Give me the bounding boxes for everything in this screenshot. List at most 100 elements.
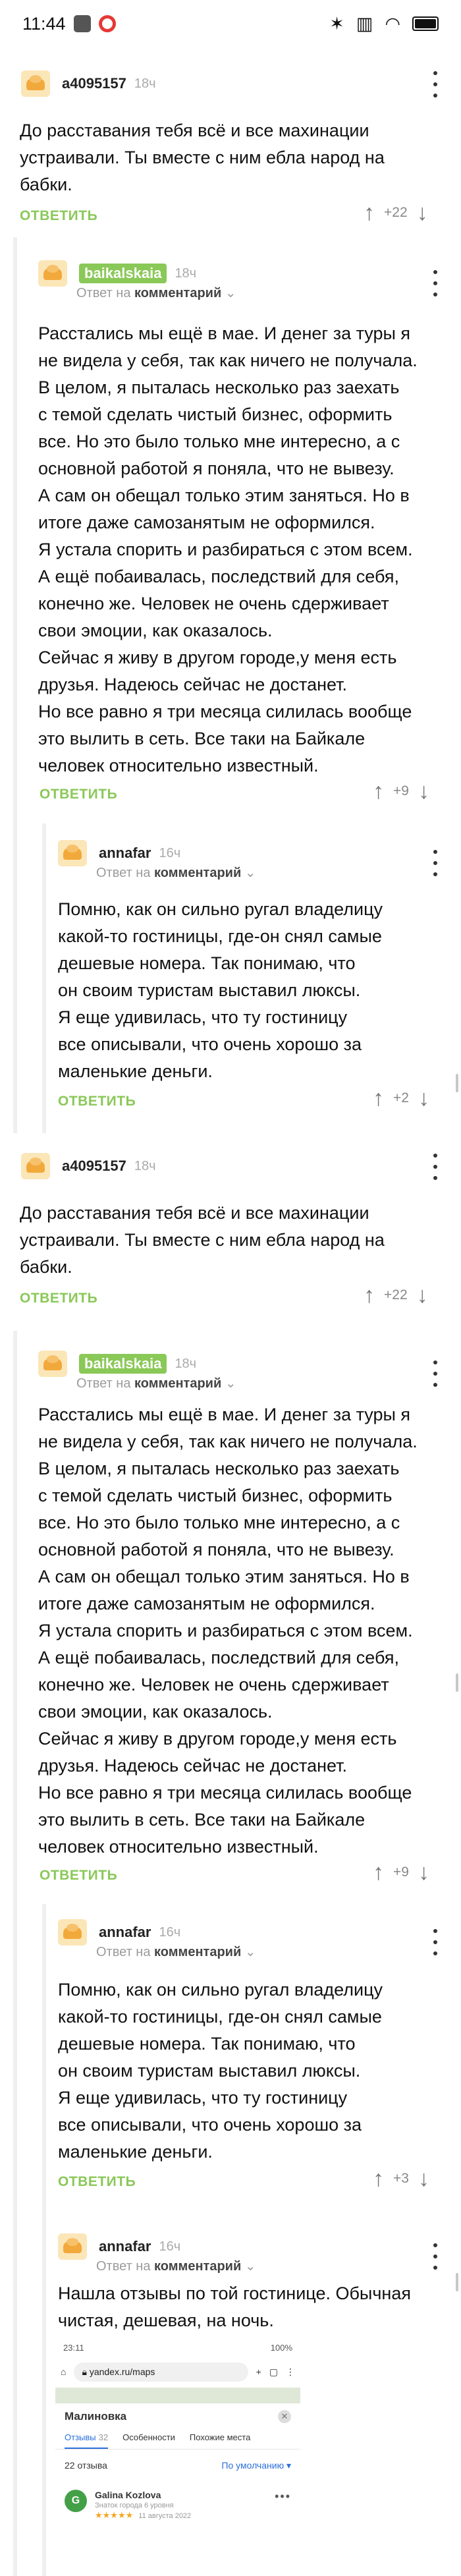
comment-username[interactable]: baikalskaia [79, 1354, 167, 1374]
avatar[interactable] [38, 1351, 67, 1377]
comment-text: Нашла отзывы по той гостинице. Обычная ч… [58, 2283, 411, 2330]
reply-button[interactable]: ОТВЕТИТЬ [40, 1868, 117, 1884]
attached-screenshot[interactable]: 23:11 100% ⌂ 🔒︎ yandex.ru/maps + ▢ ⋮ Мал… [55, 2339, 300, 2576]
embed-status-bar: 23:11 100% [55, 2339, 300, 2356]
reply-to-label[interactable]: Ответ на комментарий ⌄ [76, 285, 236, 301]
comment-username[interactable]: annafar [99, 845, 151, 862]
more-options-icon[interactable] [432, 1929, 439, 1955]
chevron-down-icon[interactable]: ⌄ [245, 866, 256, 880]
reply-button[interactable]: ОТВЕТИТЬ [58, 2174, 136, 2190]
record-icon [98, 15, 116, 32]
vote-count: +22 [384, 205, 408, 220]
reply-to-label[interactable]: Ответ на комментарий ⌄ [96, 2258, 256, 2274]
wifi-icon: ◠ [385, 13, 400, 34]
embed-tab: Похожие места [189, 2432, 251, 2442]
reply-to-link[interactable]: комментарий [154, 2259, 241, 2274]
scrollbar-thumb[interactable] [456, 1074, 458, 1092]
downvote-arrow-icon[interactable]: ↓ [417, 202, 428, 224]
comment-time: 18ч [134, 76, 156, 91]
reply-to-label[interactable]: Ответ на комментарий ⌄ [96, 864, 256, 881]
comment-username[interactable]: a4095157 [62, 1158, 126, 1175]
reply-button[interactable]: ОТВЕТИТЬ [40, 787, 117, 802]
comment-username[interactable]: baikalskaia [79, 264, 167, 283]
chevron-down-icon[interactable]: ⌄ [225, 286, 236, 300]
reply-to-link[interactable]: комментарий [154, 1945, 241, 1959]
more-options-icon[interactable] [432, 1154, 439, 1180]
comment-time: 18ч [134, 1158, 156, 1173]
comment-username[interactable]: a4095157 [62, 75, 126, 92]
vote-count: +22 [384, 1287, 408, 1302]
comment-text: Помню, как он сильно ругал владелицу как… [58, 899, 383, 1081]
more-options-icon: ••• [275, 2490, 291, 2503]
vote-count: +2 [393, 1090, 409, 1106]
app-notification-icon [73, 15, 91, 32]
avatar[interactable] [58, 2233, 87, 2260]
downvote-arrow-icon[interactable]: ↓ [418, 1087, 429, 1109]
embed-url: 🔒︎ yandex.ru/maps [74, 2362, 248, 2382]
embed-battery: 100% [270, 2342, 292, 2353]
downvote-arrow-icon[interactable]: ↓ [418, 2168, 429, 2190]
more-options-icon[interactable] [432, 850, 439, 876]
comment-text: Помню, как он сильно ругал владелицу как… [58, 1980, 383, 2162]
tabs-icon: ▢ [269, 2366, 278, 2377]
more-options-icon[interactable] [432, 71, 439, 98]
reply-to-label[interactable]: Ответ на комментарий ⌄ [96, 1944, 256, 1960]
close-icon: ✕ [278, 2410, 291, 2423]
vote-count: +3 [393, 2171, 409, 2186]
avatar[interactable] [21, 1153, 50, 1179]
upvote-arrow-icon[interactable]: ↑ [373, 780, 384, 802]
comment-text: Расстались мы ещё в мае. И денег за туры… [38, 1405, 418, 1857]
reply-to-link[interactable]: комментарий [134, 286, 221, 300]
embed-time: 23:11 [63, 2342, 84, 2353]
avatar[interactable] [58, 1919, 87, 1946]
kebab-icon: ⋮ [286, 2366, 295, 2377]
embed-review-avatar: G [65, 2490, 87, 2512]
reply-button[interactable]: ОТВЕТИТЬ [20, 1291, 97, 1306]
avatar[interactable] [21, 70, 50, 97]
embed-address-bar: ⌂ 🔒︎ yandex.ru/maps + ▢ ⋮ [61, 2359, 295, 2385]
embed-tab: Особенности [122, 2432, 175, 2442]
scrollbar-thumb[interactable] [456, 2273, 458, 2291]
upvote-arrow-icon[interactable]: ↑ [373, 1861, 384, 1884]
thread-line [13, 1331, 17, 2576]
status-time: 11:44 [22, 13, 66, 34]
comment-username[interactable]: annafar [99, 1924, 151, 1941]
vote-count: +9 [393, 1864, 409, 1880]
avatar[interactable] [38, 260, 67, 287]
comment-time: 16ч [159, 1924, 181, 1940]
comment-time: 16ч [159, 2239, 181, 2254]
comment-text: Расстались мы ещё в мае. И денег за туры… [38, 323, 418, 775]
reply-button[interactable]: ОТВЕТИТЬ [58, 1094, 136, 1109]
chevron-down-icon: ▾ [286, 2460, 291, 2471]
avatar[interactable] [58, 840, 87, 866]
chevron-down-icon[interactable]: ⌄ [245, 2259, 256, 2274]
chevron-down-icon[interactable]: ⌄ [225, 1376, 236, 1391]
embed-review-name: Galina Kozlova [95, 2490, 161, 2500]
upvote-arrow-icon[interactable]: ↑ [373, 1087, 384, 1109]
embed-sort: По умолчанию ▾ [221, 2460, 291, 2471]
comment-time: 16ч [159, 845, 181, 860]
embed-review-date: 11 августа 2022 [138, 2512, 192, 2520]
downvote-arrow-icon[interactable]: ↓ [418, 780, 429, 802]
comment-text: До расставания тебя всё и все махинации … [20, 1203, 385, 1277]
chevron-down-icon[interactable]: ⌄ [245, 1945, 256, 1959]
embed-place-title: Малиновка ✕ [55, 2403, 300, 2427]
more-options-icon[interactable] [432, 1360, 439, 1387]
downvote-arrow-icon[interactable]: ↓ [417, 1284, 428, 1306]
upvote-arrow-icon[interactable]: ↑ [373, 2168, 384, 2190]
more-options-icon[interactable] [432, 270, 439, 296]
more-options-icon[interactable] [432, 2243, 439, 2270]
upvote-arrow-icon[interactable]: ↑ [364, 1284, 375, 1306]
vote-count: +9 [393, 783, 409, 798]
upvote-arrow-icon[interactable]: ↑ [364, 202, 375, 224]
downvote-arrow-icon[interactable]: ↓ [418, 1861, 429, 1884]
star-rating-icon: ★★★★★ [95, 2510, 134, 2520]
reply-to-label[interactable]: Ответ на комментарий ⌄ [76, 1375, 236, 1391]
reply-to-link[interactable]: комментарий [134, 1376, 221, 1391]
comment-username[interactable]: annafar [99, 2238, 151, 2255]
thread-line [13, 237, 17, 1133]
home-icon: ⌂ [61, 2366, 67, 2377]
scrollbar-thumb[interactable] [456, 1673, 458, 1692]
reply-to-link[interactable]: комментарий [154, 866, 241, 880]
reply-button[interactable]: ОТВЕТИТЬ [20, 208, 97, 224]
